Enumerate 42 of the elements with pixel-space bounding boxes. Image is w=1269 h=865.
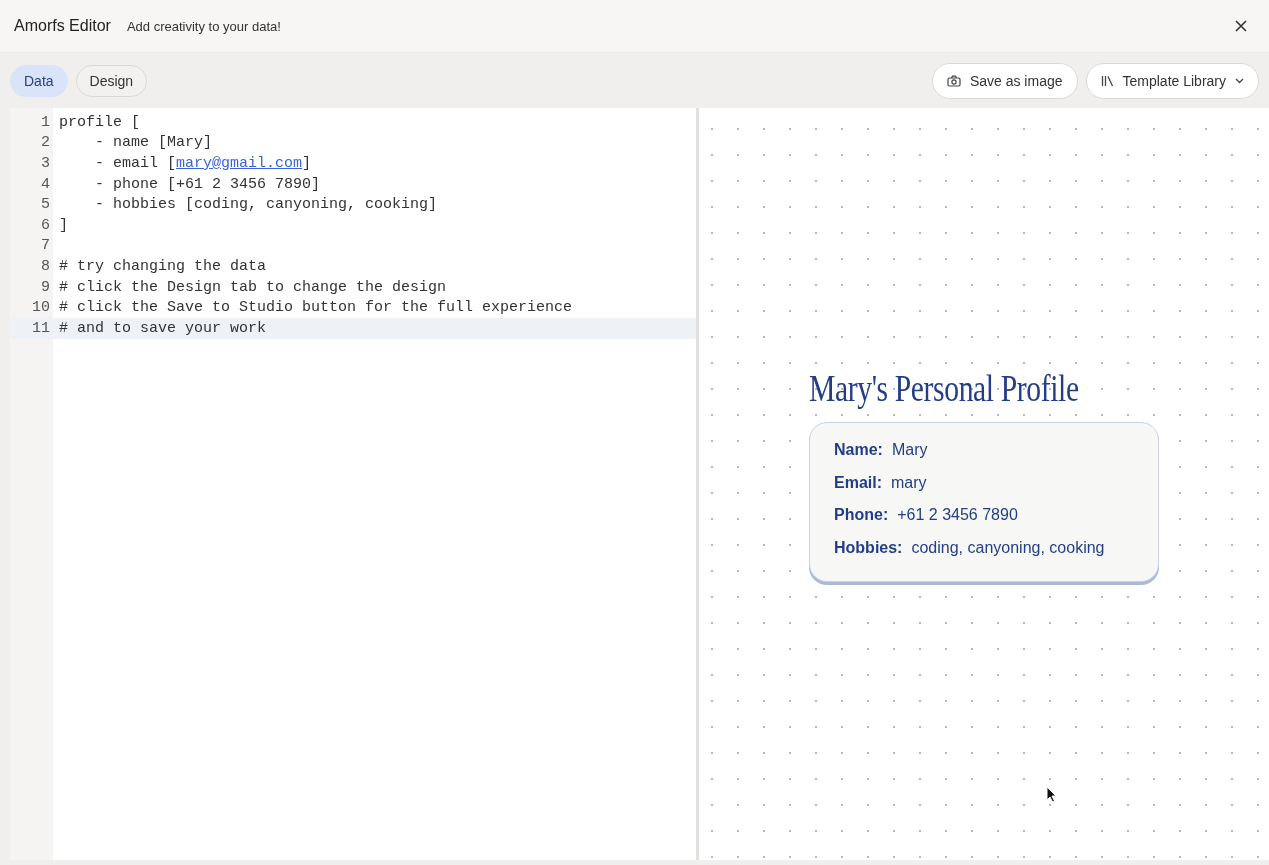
save-image-button[interactable]: Save as image	[931, 62, 1078, 99]
line-number: 7	[40, 237, 51, 255]
window-subtitle: Add creativity to your data!	[126, 18, 281, 34]
code-line: - name [Mary]	[94, 134, 213, 152]
field-value: coding, canyoning, cooking	[911, 538, 1105, 558]
code-line: # click the Design tab to change the design	[59, 278, 447, 296]
tab[interactable]: Design	[75, 64, 148, 97]
code-line: # and to save your work	[59, 319, 267, 337]
code-line: profile [	[59, 113, 140, 131]
line-number: 10	[31, 299, 51, 317]
email-link[interactable]: mary@gmail.com	[176, 155, 303, 172]
line-number: 9	[40, 278, 51, 296]
line-number: 3	[40, 155, 51, 172]
field-value: Mary	[891, 441, 928, 460]
field-label: Hobbies:	[834, 538, 903, 558]
field-value: +61 2 3456 7890	[897, 506, 1018, 525]
tab[interactable]: Data	[10, 64, 68, 97]
line-number: 11	[31, 319, 51, 337]
code-line: - hobbies [coding, canyoning, cooking]	[94, 196, 438, 214]
line-number: 4	[40, 175, 51, 193]
field-label: Name:	[834, 441, 883, 460]
field-label: Email:	[834, 473, 882, 493]
profile-title: Mary's Personal Profile	[809, 366, 1079, 410]
code-line: - email [mary@gmail.com]	[94, 155, 312, 172]
line-number: 1	[40, 113, 51, 131]
line-number: 6	[40, 216, 51, 234]
template-library-button[interactable]: Template Library	[1085, 62, 1259, 99]
line-number: 8	[40, 257, 51, 275]
library-icon	[1100, 74, 1114, 87]
line-number: 2	[40, 134, 51, 152]
window-title: Amorfs Editor	[14, 17, 111, 35]
code-line: - phone [+61 2 3456 7890]	[94, 175, 321, 193]
close-icon[interactable]	[1235, 20, 1247, 32]
line-number: 5	[40, 196, 51, 214]
code-line: # try changing the data	[59, 257, 267, 275]
chevron-down-icon	[1235, 77, 1244, 84]
mouse-pointer-icon	[1046, 786, 1057, 803]
code-line: ]	[59, 216, 68, 234]
code-line: # click the Save to Studio button for the full experience	[59, 299, 573, 317]
field-value: mary	[891, 473, 927, 493]
camera-icon	[946, 74, 961, 87]
field-label: Phone:	[834, 506, 889, 525]
